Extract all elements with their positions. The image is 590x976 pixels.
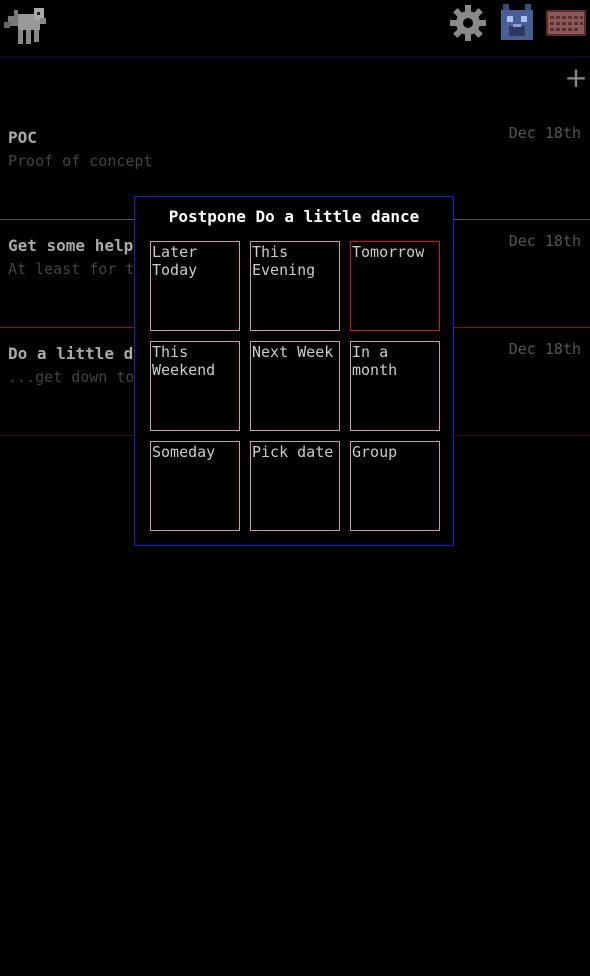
pixel-cat-icon[interactable] bbox=[499, 2, 535, 44]
option-this-evening[interactable]: This Evening bbox=[250, 241, 340, 331]
pixel-unicorn-icon[interactable] bbox=[4, 6, 50, 48]
gear-icon[interactable] bbox=[449, 4, 487, 42]
option-this-weekend[interactable]: This Weekend bbox=[150, 341, 240, 431]
top-toolbar bbox=[0, 0, 590, 58]
option-in-a-month[interactable]: In a month bbox=[350, 341, 440, 431]
option-next-week[interactable]: Next Week bbox=[250, 341, 340, 431]
item-description: Proof of concept bbox=[8, 152, 153, 170]
item-date: Dec 18th bbox=[508, 340, 581, 358]
postpone-dialog: Postpone Do a little dance Later Today T… bbox=[134, 196, 454, 546]
option-pick-date[interactable]: Pick date bbox=[250, 441, 340, 531]
item-title: Get some help bbox=[8, 236, 134, 255]
option-tomorrow[interactable]: Tomorrow bbox=[350, 241, 440, 331]
item-date: Dec 18th bbox=[508, 232, 581, 250]
option-someday[interactable]: Someday bbox=[150, 441, 240, 531]
dialog-title: Postpone Do a little dance bbox=[168, 207, 420, 226]
item-description: ...get down to bbox=[8, 368, 135, 386]
add-task-button[interactable]: + bbox=[564, 64, 588, 92]
option-group[interactable]: Group bbox=[350, 441, 440, 531]
item-description: At least for t bbox=[8, 260, 135, 278]
item-title: POC bbox=[8, 128, 37, 147]
option-later-today[interactable]: Later Today bbox=[150, 241, 240, 331]
item-date: Dec 18th bbox=[508, 124, 581, 142]
item-title: Do a little da bbox=[8, 344, 143, 363]
pixel-calendar-icon[interactable] bbox=[546, 10, 586, 36]
